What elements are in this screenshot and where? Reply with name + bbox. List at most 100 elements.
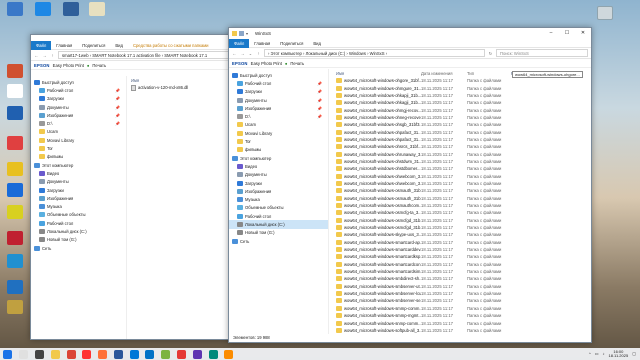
desktop-shortcut-icon[interactable] [30, 2, 56, 17]
nav-item[interactable]: Загрузки 📌 [229, 88, 328, 96]
table-row[interactable]: wow64_microsoft-windows-ohneg-recove... 1… [333, 114, 591, 121]
table-row[interactable]: wow64_microsoft-windows-smbdirect-sh... 1… [333, 275, 591, 282]
notification-icon[interactable]: ▢ [632, 351, 636, 357]
nav-item[interactable]: Загрузки [229, 179, 328, 187]
table-row[interactable]: wow64_microsoft-windows-ohmgj-recov... 18… [333, 106, 591, 113]
nav-item[interactable]: Музыка [229, 195, 328, 203]
maximize-icon[interactable]: ☐ [559, 28, 575, 39]
explorer-icon[interactable] [50, 349, 60, 359]
back-arrow-icon[interactable]: ← [232, 51, 237, 56]
nav-item[interactable]: Сеть [31, 244, 126, 252]
table-row[interactable]: wow64_microsoft-windows-ohsrcs_31bf... 18… [333, 143, 591, 150]
table-row[interactable]: wow64_microsoft-windows-smbserver-lcu...… [333, 290, 591, 297]
app13-icon[interactable] [192, 349, 202, 359]
nav-item[interactable]: Документы [31, 178, 126, 186]
nav-item[interactable]: Быстрый доступ [229, 71, 328, 79]
nav-item[interactable]: Рабочий стол 📌 [229, 79, 328, 87]
table-row[interactable]: wow64_microsoft-windows-snmp-comm... 18.1… [333, 319, 591, 326]
nav-item[interactable]: Ucam [31, 128, 126, 136]
col-date[interactable]: Дата изменения [421, 71, 467, 76]
ribbon-tab[interactable]: Главная [249, 39, 275, 48]
pin-icon[interactable]: 📌 [115, 88, 120, 93]
nav-item[interactable]: D:\ 📌 [229, 112, 328, 120]
nav-item[interactable]: Локальный диск (C:) [229, 220, 328, 229]
recycle-bin-icon[interactable] [592, 6, 618, 21]
desktop-shortcut-icon[interactable] [2, 183, 28, 198]
table-row[interactable]: wow64_microsoft-windows-osmauth_31b... 18… [333, 195, 591, 202]
clock[interactable]: 16:00 18.11.2025 [608, 349, 628, 359]
nav-item[interactable]: Документы 📌 [229, 96, 328, 104]
pin-icon[interactable]: 📌 [115, 113, 120, 118]
back-arrow-icon[interactable]: ← [34, 53, 39, 58]
nav-item[interactable]: Загрузки 📌 [31, 95, 126, 103]
col-type[interactable]: Тип [467, 71, 511, 76]
ribbon-tab[interactable]: Вид [308, 39, 326, 48]
nav-item[interactable]: Movavi Library [31, 136, 126, 144]
nav-item[interactable]: Рабочий стол [229, 212, 328, 220]
pin-icon[interactable]: 📌 [317, 81, 322, 86]
nav-item[interactable]: Новый том (G:) [229, 229, 328, 237]
nav-item[interactable]: Документы 📌 [31, 103, 126, 111]
table-row[interactable]: wow64_microsoft-windows-smartcarddev... 1… [333, 246, 591, 253]
nav-item[interactable]: Изображения [229, 187, 328, 195]
ribbon-tab[interactable]: Средства работы со сжатыми папками [128, 41, 214, 50]
table-row[interactable]: wow64_microsoft-windows-ohstdbomer... 18.… [333, 165, 591, 172]
close-icon[interactable]: ✕ [575, 28, 591, 39]
table-row[interactable]: wow64_microsoft-windows-smartcardcon... 1… [333, 261, 591, 268]
table-row[interactable]: wow64_microsoft-windows-ohrunaway_3... 18… [333, 150, 591, 157]
desktop-shortcut-icon[interactable] [2, 64, 28, 79]
pin-icon[interactable]: 📌 [115, 105, 120, 110]
up-arrow-icon[interactable]: ↑ [256, 51, 261, 56]
tray-chevron-icon[interactable]: ^ [589, 351, 591, 357]
nav-item[interactable]: Видео [229, 162, 328, 170]
app14-icon[interactable] [208, 349, 218, 359]
pin-icon[interactable]: 📌 [115, 121, 120, 126]
table-row[interactable]: wow64_microsoft-windows-osmcfgd_31b... 18… [333, 224, 591, 231]
desktop-shortcut-icon[interactable] [2, 84, 28, 99]
nav-item[interactable]: Этот компьютер [229, 154, 328, 162]
desktop-shortcut-icon[interactable] [84, 2, 110, 17]
col-name[interactable]: Имя [333, 71, 421, 76]
taskview-icon[interactable] [34, 349, 44, 359]
pin-icon[interactable]: 📌 [317, 106, 322, 111]
app11-icon[interactable] [161, 349, 171, 359]
pin-icon[interactable]: 📌 [115, 96, 120, 101]
app12-icon[interactable] [176, 349, 186, 359]
yandex-icon[interactable] [82, 349, 92, 359]
nav-item[interactable]: Локальный диск (C:) [31, 227, 126, 235]
table-row[interactable]: wow64_microsoft-windows-smbserver-ut... 1… [333, 283, 591, 290]
desktop-shortcut-icon[interactable] [2, 280, 28, 295]
table-row[interactable]: wow64_microsoft-windows-ohkapji_31b... 18… [333, 92, 591, 99]
nav-item[interactable]: Видео [31, 169, 126, 177]
print-button[interactable]: Печать [92, 63, 106, 68]
nav-item[interactable]: Рабочий стол 📌 [31, 86, 126, 94]
desktop-shortcut-icon[interactable] [2, 254, 28, 269]
nav-item[interactable]: Tor [229, 137, 328, 145]
ribbon-tab[interactable]: Файл [229, 38, 250, 48]
table-row[interactable]: wow64_microsoft-windows-ohpafact_31... 18… [333, 136, 591, 143]
firefox-icon[interactable] [98, 349, 108, 359]
table-row[interactable]: wow64_microsoft-windows-smbserver-se... 1… [333, 297, 591, 304]
ribbon-tab[interactable]: Поделиться [77, 41, 110, 50]
desktop-shortcut-icon[interactable] [2, 300, 28, 315]
nav-item[interactable]: Объемные объекты [229, 204, 328, 212]
word-icon[interactable] [113, 349, 123, 359]
print-button[interactable]: Печать [290, 61, 304, 66]
table-row[interactable]: wow64_microsoft-windows-osmcfg-ta_3... 18… [333, 209, 591, 216]
forward-arrow-icon[interactable]: → [42, 53, 47, 58]
table-row[interactable]: wow64_microsoft-windows-ohwebcom_3... 18.… [333, 180, 591, 187]
nav-item[interactable]: D:\ 📌 [31, 119, 126, 127]
desktop-shortcut-icon[interactable] [2, 106, 28, 121]
table-row[interactable]: wow64_microsoft-windows-smartcardksp... 1… [333, 253, 591, 260]
table-row[interactable]: wow64_microsoft-windows-osmauth_31b... 18… [333, 187, 591, 194]
forward-arrow-icon[interactable]: → [240, 51, 245, 56]
pin-icon[interactable]: 📌 [317, 114, 322, 119]
back-path[interactable]: smart17-1web › SMART Notebook 17.1 activ… [58, 51, 244, 59]
table-row[interactable]: wow64_microsoft-windows-ohwebcom_3... 18.… [333, 172, 591, 179]
nav-item[interactable]: фильмы [31, 153, 126, 161]
nav-item[interactable]: Новый том (G:) [31, 236, 126, 244]
minimize-icon[interactable]: – [543, 28, 559, 39]
address-path[interactable]: › Этот компьютер › Локальный диск (C:) ›… [264, 49, 485, 57]
table-row[interactable]: wow64_microsoft-windows-smmp-mgmt... 18.1… [333, 312, 591, 319]
pin-icon[interactable]: 📌 [317, 89, 322, 94]
